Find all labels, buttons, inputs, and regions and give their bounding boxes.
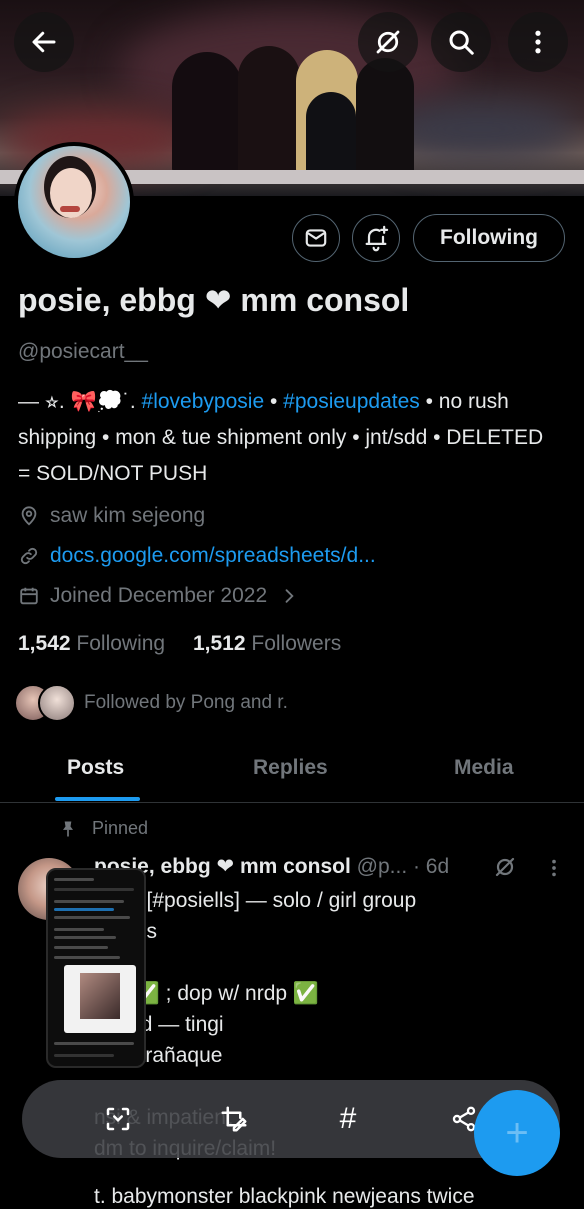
calendar-icon [20, 587, 38, 605]
screenshot-thumbnail[interactable] [46, 868, 146, 1068]
bio-prefix: — ⭐︎. 🎀💭˙. [18, 390, 142, 413]
bio-separator: • [264, 390, 284, 413]
tab-replies[interactable]: Replies [253, 756, 328, 780]
post-header: posie, ebbg ❤ mm consol @p... · 6d [94, 854, 449, 879]
website-row[interactable]: docs.google.com/spreadsheets/d... [18, 544, 376, 568]
link-icon [20, 547, 38, 565]
pinned-indicator: Pinned [58, 818, 148, 839]
following-button[interactable]: Following [413, 214, 565, 262]
hashtag-icon: # [339, 1102, 357, 1135]
follower-avatar [38, 684, 76, 722]
bio-hashtag-lovebyposie[interactable]: #lovebyposie [142, 390, 265, 413]
tab-posts[interactable]: Posts [67, 756, 124, 780]
message-button[interactable] [292, 214, 340, 262]
more-options-button[interactable] [508, 12, 568, 72]
scan-button[interactable] [98, 1099, 138, 1139]
location-row: saw kim sejeong [18, 504, 205, 528]
followed-by-row[interactable]: Followed by Pong and r. [14, 684, 288, 722]
more-vertical-icon [535, 30, 541, 54]
follow-counts: 1,542 Following 1,512 Followers [18, 632, 341, 656]
post-handle-time: @p... · 6d [350, 855, 450, 878]
arrow-left-icon [32, 31, 56, 53]
location-pin-icon [21, 506, 37, 526]
tab-media[interactable]: Media [454, 756, 514, 780]
grok-button[interactable] [358, 12, 418, 72]
edit-image-button[interactable] [214, 1099, 254, 1139]
following-label: Following [76, 632, 166, 655]
edit-image-icon [221, 1106, 247, 1132]
website-link[interactable]: docs.google.com/spreadsheets/d... [50, 544, 376, 568]
plus-icon: + [505, 1110, 529, 1155]
profile-avatar[interactable] [14, 142, 134, 262]
pin-icon [63, 821, 73, 836]
back-button[interactable] [14, 12, 74, 72]
hashtag-button[interactable]: # [328, 1099, 368, 1139]
scan-icon [106, 1107, 130, 1131]
mail-icon [305, 229, 327, 247]
display-name: posie, ebbg ❤ mm consol [18, 282, 410, 318]
search-button[interactable] [431, 12, 491, 72]
joined-row[interactable]: Joined December 2022 [18, 584, 309, 608]
profile-bio: — ⭐︎. 🎀💭˙. #lovebyposie • #posieupdates … [18, 384, 558, 492]
followers-label: Followers [251, 632, 342, 655]
chevron-right-icon [285, 589, 294, 603]
pinned-label: Pinned [92, 818, 149, 838]
location-text: saw kim sejeong [50, 504, 206, 527]
active-tab-indicator [55, 797, 140, 801]
compose-button[interactable]: + [474, 1090, 560, 1176]
followers-count: 1,512 [192, 632, 246, 655]
grok-slash-icon[interactable] [493, 855, 517, 879]
followed-by-text: Followed by Pong and r. [84, 692, 288, 713]
following-count: 1,542 [18, 632, 71, 655]
bell-plus-icon [365, 225, 389, 252]
search-icon [449, 30, 474, 55]
post-tags-text: t. babymonster blackpink newjeans twice [94, 1185, 475, 1208]
notifications-button[interactable] [352, 214, 400, 262]
user-handle: @posiecart__ [18, 340, 148, 363]
following-count-link[interactable]: 1,542 Following [18, 632, 165, 655]
followers-count-link[interactable]: 1,512 Followers [193, 632, 341, 655]
more-vertical-icon[interactable] [543, 857, 565, 879]
grok-slash-icon [376, 30, 400, 54]
joined-text: Joined December 2022 [50, 584, 268, 607]
bio-hashtag-posieupdates[interactable]: #posieupdates [283, 390, 420, 413]
profile-tabs: Posts Replies Media [0, 740, 584, 803]
